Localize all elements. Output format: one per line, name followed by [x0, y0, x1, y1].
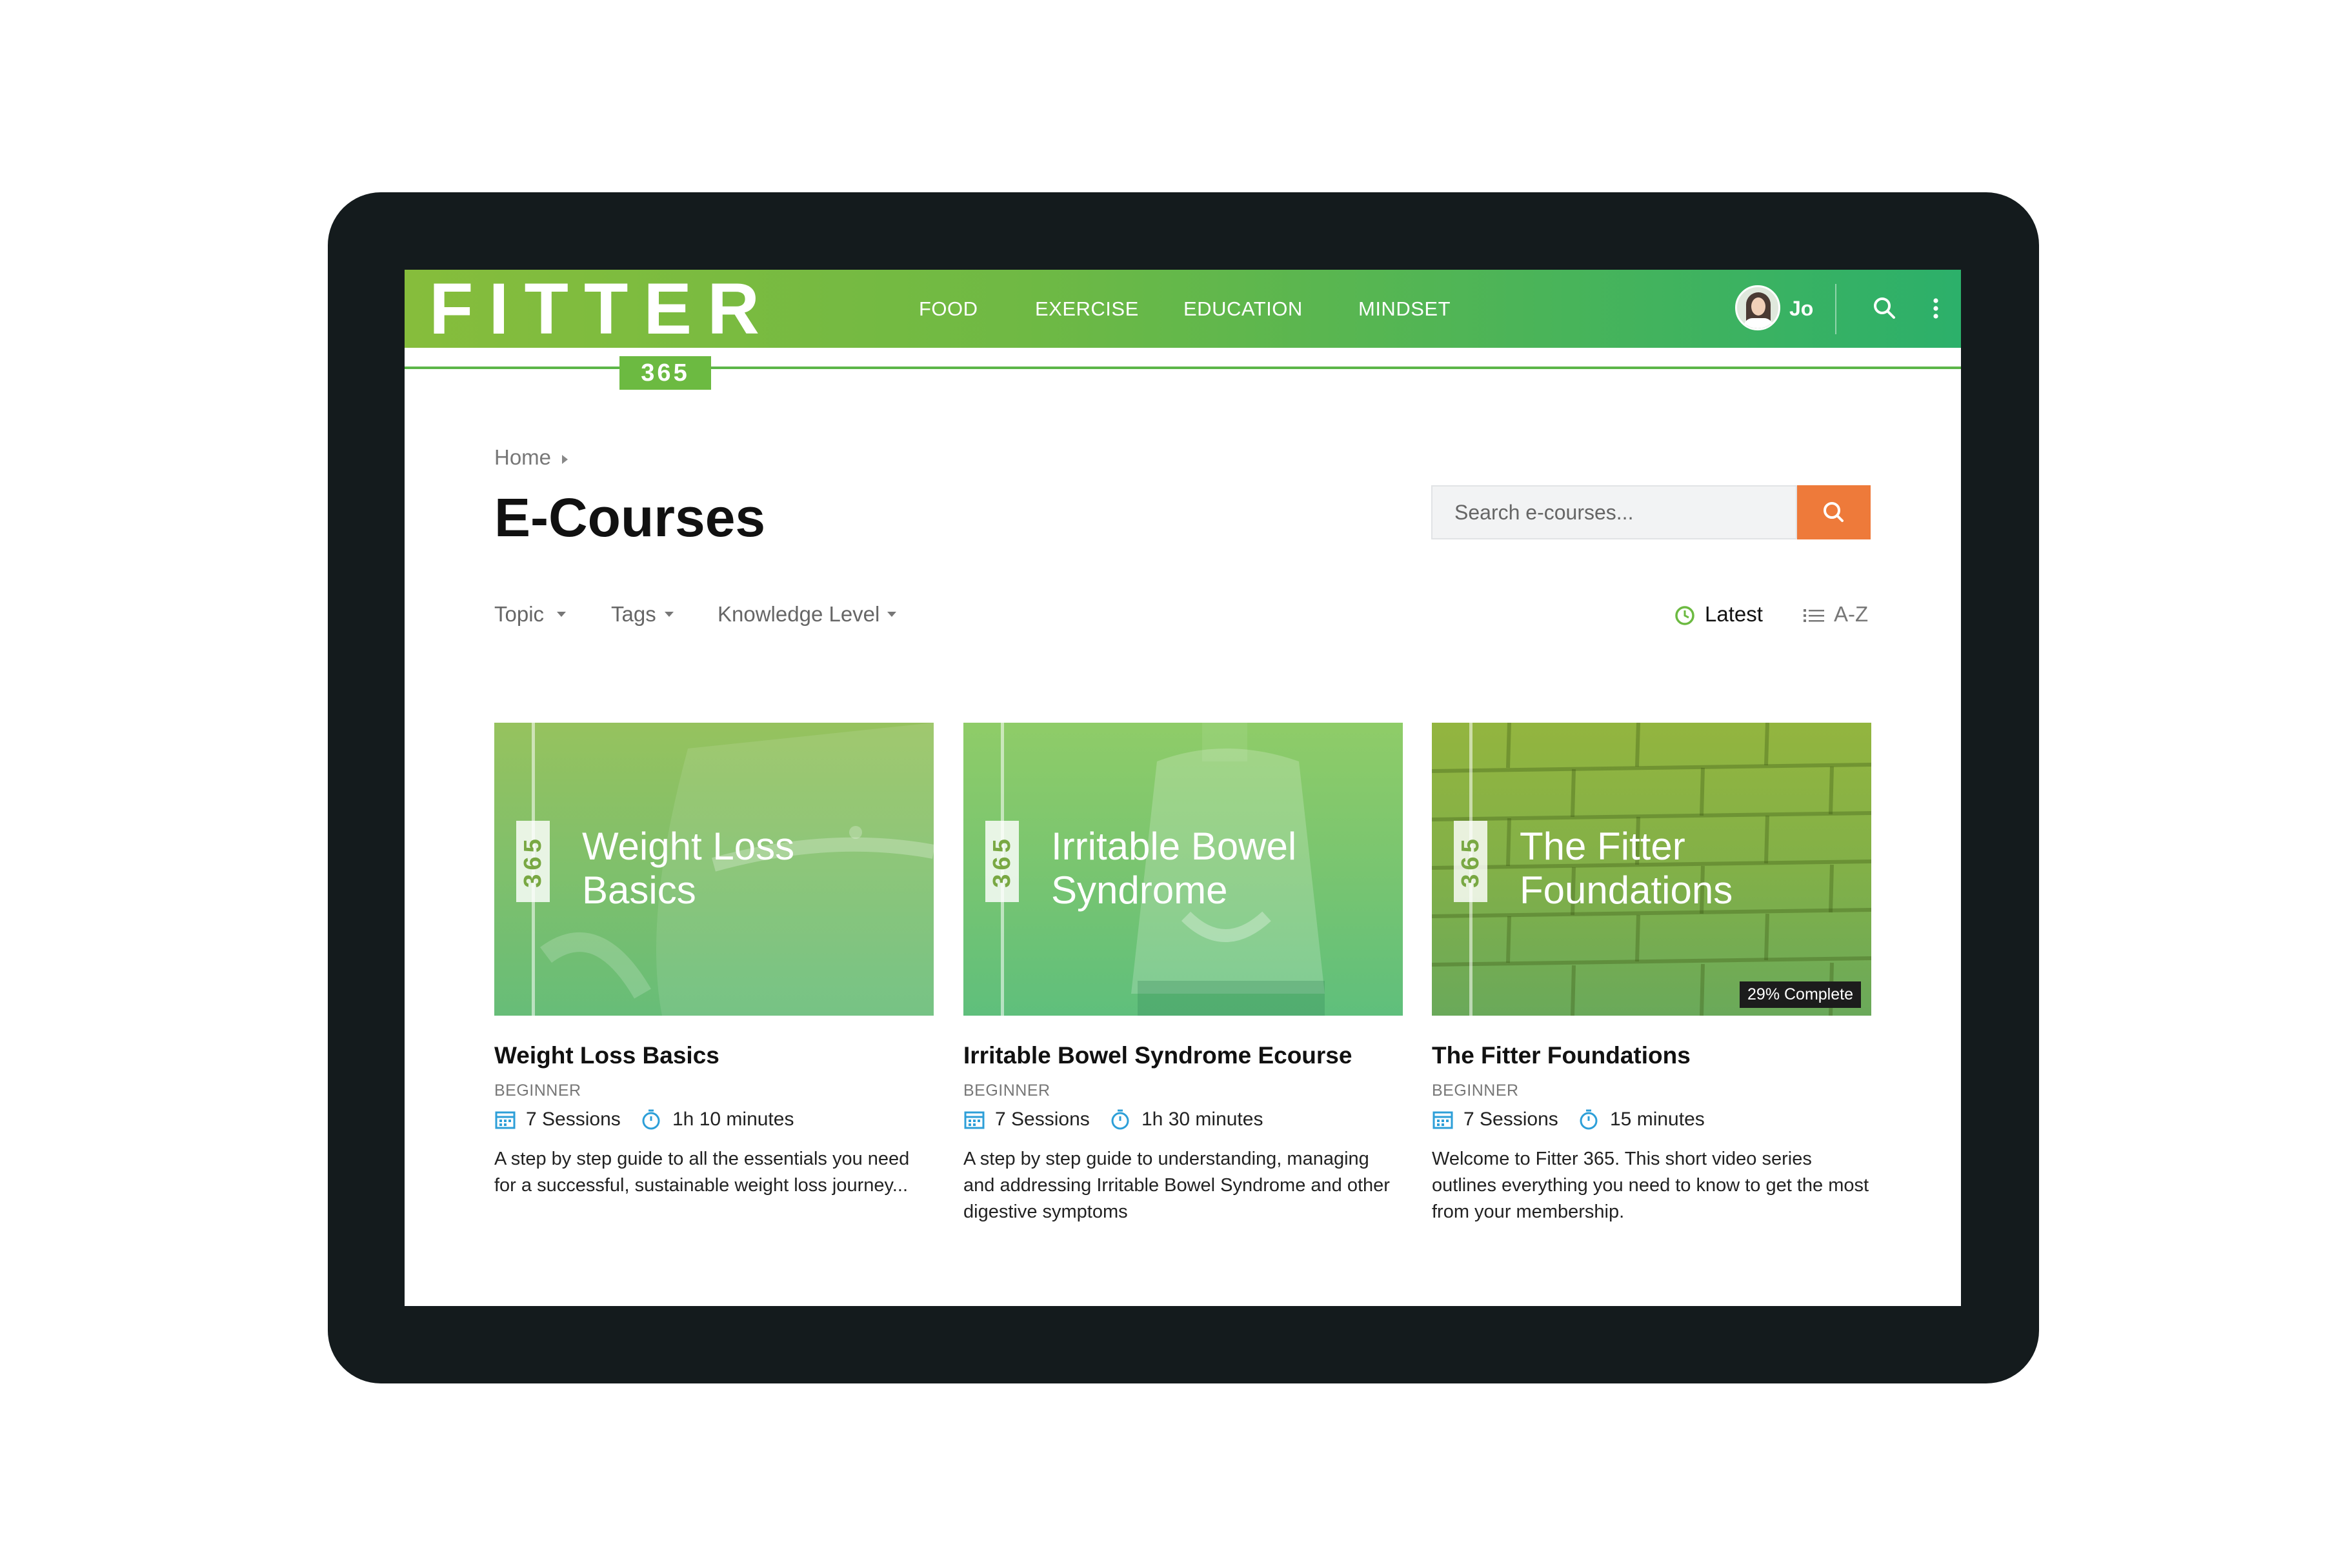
- nav-item-mindset[interactable]: MINDSET: [1358, 270, 1451, 348]
- thumbnail-title: Weight Loss Basics: [582, 825, 795, 912]
- nav-item-education[interactable]: EDUCATION: [1183, 270, 1303, 348]
- calendar-icon: [1432, 1111, 1453, 1129]
- calendar-icon: [964, 1111, 985, 1129]
- stopwatch-icon: [642, 1109, 660, 1130]
- progress-badge: 29% Complete: [1740, 981, 1861, 1008]
- stopwatch-icon: [1111, 1109, 1129, 1130]
- chevron-down-icon: [887, 612, 896, 617]
- course-title[interactable]: The Fitter Foundations: [1432, 1042, 1691, 1069]
- avatar[interactable]: [1735, 285, 1780, 330]
- course-sessions: 7 Sessions: [1463, 1109, 1558, 1130]
- clock-icon: [1675, 606, 1694, 625]
- course-sessions: 7 Sessions: [526, 1109, 621, 1130]
- search-button[interactable]: [1797, 485, 1871, 539]
- more-vertical-icon[interactable]: [1920, 293, 1951, 324]
- course-badge: 365: [1454, 821, 1487, 902]
- nav-item-exercise[interactable]: EXERCISE: [1035, 270, 1139, 348]
- logo-wordmark[interactable]: FITTER: [429, 270, 775, 348]
- course-description: A step by step guide to all the essentia…: [494, 1149, 910, 1196]
- header-separator: [1835, 284, 1836, 334]
- sort-a-z[interactable]: A-Z: [1834, 602, 1868, 627]
- course-badge: 365: [985, 821, 1019, 902]
- chevron-down-icon: [665, 612, 674, 617]
- course-duration: 1h 30 minutes: [1141, 1109, 1263, 1130]
- course-card[interactable]: 365 The Fitter Foundations 29% Complete …: [1432, 723, 1871, 1222]
- search-icon: [1824, 502, 1844, 522]
- thumbnail-title: The Fitter Foundations: [1520, 825, 1733, 912]
- filter-knowledge-level[interactable]: Knowledge Level: [718, 602, 879, 627]
- course-duration: 15 minutes: [1610, 1109, 1705, 1130]
- page-title: E-Courses: [494, 487, 766, 548]
- course-thumbnail[interactable]: 365 The Fitter Foundations 29% Complete: [1432, 723, 1871, 1016]
- course-level: BEGINNER: [494, 1081, 581, 1100]
- course-description: Welcome to Fitter 365. This short video …: [1432, 1149, 1869, 1222]
- course-level: BEGINNER: [1432, 1081, 1519, 1100]
- logo-badge: 365: [619, 356, 711, 390]
- stopwatch-icon: [1580, 1109, 1598, 1130]
- course-thumbnail[interactable]: 365 Weight Loss Basics: [494, 723, 934, 1016]
- course-level: BEGINNER: [963, 1081, 1050, 1100]
- course-description: A step by step guide to understanding, m…: [963, 1149, 1390, 1222]
- course-card[interactable]: 365 Weight Loss Basics Weight Loss Basic…: [494, 723, 934, 1196]
- filter-tags[interactable]: Tags: [611, 602, 656, 627]
- search-icon[interactable]: [1869, 293, 1900, 324]
- course-title[interactable]: Irritable Bowel Syndrome Ecourse: [963, 1042, 1352, 1069]
- calendar-icon: [495, 1111, 516, 1129]
- course-duration: 1h 10 minutes: [672, 1109, 794, 1130]
- course-title[interactable]: Weight Loss Basics: [494, 1042, 719, 1069]
- chevron-down-icon: [557, 612, 566, 617]
- list-icon: [1804, 609, 1824, 622]
- sort-latest[interactable]: Latest: [1705, 602, 1763, 627]
- breadcrumb-chevron-icon: [562, 455, 568, 464]
- app-screen: FITTER 365 FOOD EXERCISE EDUCATION MINDS…: [405, 270, 1961, 1306]
- thumbnail-title: Irritable Bowel Syndrome: [1051, 825, 1297, 912]
- breadcrumb-home[interactable]: Home: [494, 445, 551, 470]
- course-badge: 365: [516, 821, 550, 902]
- user-name[interactable]: Jo: [1789, 270, 1813, 348]
- search-input[interactable]: [1431, 485, 1797, 539]
- filter-topic[interactable]: Topic: [494, 602, 544, 627]
- course-sessions: 7 Sessions: [995, 1109, 1090, 1130]
- course-card[interactable]: 365 Irritable Bowel Syndrome Irritable B…: [963, 723, 1403, 1222]
- nav-item-food[interactable]: FOOD: [919, 270, 978, 348]
- course-thumbnail[interactable]: 365 Irritable Bowel Syndrome: [963, 723, 1403, 1016]
